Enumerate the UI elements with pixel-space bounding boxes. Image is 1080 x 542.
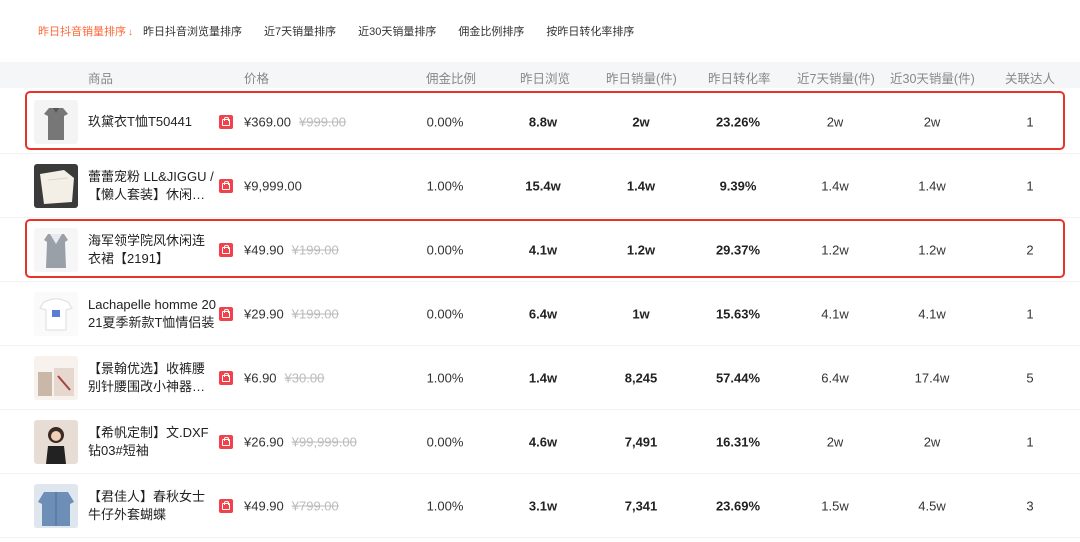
original-price: ¥799.00 [291,498,339,513]
highlight-box [25,219,1065,278]
sale-price: ¥6.90 [244,370,277,385]
shop-bag-icon [219,306,233,321]
influencers-cell: 3 [1026,498,1034,513]
col-header-conversion: 昨日转化率 [708,72,771,86]
col-header-sales: 昨日销量(件) [606,72,677,86]
sale-price: ¥29.90 [244,306,284,321]
sales-30day-cell: 4.1w [918,306,946,321]
original-price: ¥30.00 [284,370,325,385]
sort-tab-label: 昨日抖音销量排序 [38,26,126,38]
influencers-cell: 1 [1026,434,1034,449]
product-thumbnail[interactable] [34,483,78,528]
product-thumbnail[interactable] [34,291,78,336]
col-header-product: 商品 [88,72,114,86]
table-row[interactable]: 【君佳人】春秋女士牛仔外套蝴蝶 ¥49.90 ¥799.00 1.00% 3.1w 7,3… [0,474,1080,538]
sale-price: ¥26.90 [244,434,284,449]
commission-cell: 1.00% [426,178,464,193]
sales-30day-cell: 2w [923,434,941,449]
col-header-views: 昨日浏览 [520,72,571,86]
sales-7day-cell: 6.4w [821,370,849,385]
sale-price: ¥49.90 [244,498,284,513]
price-cell: ¥9,999.00 [244,178,302,193]
table-row[interactable]: Lachapelle homme 2021夏季新款T恤情侣装 ¥29.90 ¥199… [0,282,1080,346]
highlight-box [25,91,1065,150]
views-cell: 6.4w [528,306,558,321]
col-header-price: 价格 [244,72,270,86]
views-cell: 1.4w [528,370,558,385]
sort-bar: 昨日抖音销量排序 ↓ 昨日抖音浏览量排序 近7天销量排序 近30天销量排序 佣金比… [0,0,1080,62]
price-cell: ¥49.90 ¥799.00 [244,498,339,513]
sales-7day-cell: 1.5w [821,498,849,513]
commission-cell: 1.00% [426,370,464,385]
col-header-commission: 佣金比例 [426,72,477,86]
col-header-7day-sales: 近7天销量(件) [797,72,875,86]
views-cell: 3.1w [528,498,558,513]
sales-30day-cell: 17.4w [914,370,950,385]
price-cell: ¥26.90 ¥99,999.00 [244,434,357,449]
commission-cell: 1.00% [426,498,464,513]
col-header-influencers: 关联达人 [1005,72,1056,86]
sort-tab-commission[interactable]: 佣金比例排序 [458,23,524,39]
influencers-cell: 5 [1026,370,1034,385]
price-cell: ¥29.90 ¥199.00 [244,306,339,321]
sales-30day-cell: 4.5w [918,498,946,513]
table-row[interactable]: 【景翰优选】收裤腰别针腰围改小神器固定扣 ¥6.90 ¥30.00 1.00% 1.4w… [0,346,1080,410]
conversion-cell: 16.31% [715,434,761,449]
product-name[interactable]: 【君佳人】春秋女士牛仔外套蝴蝶 [88,488,216,524]
product-thumbnail[interactable] [34,163,78,208]
shop-bag-icon [219,178,233,193]
product-name[interactable]: 蕾蕾宠粉 LL&JIGGU /【懒人套装】休闲两件套 [88,168,216,204]
sales-cell: 7,341 [624,498,658,513]
sales-cell: 1.4w [626,178,656,193]
views-cell: 4.6w [528,434,558,449]
sales-7day-cell: 1.4w [821,178,849,193]
sort-tab-30day-sales[interactable]: 近30天销量排序 [358,23,436,39]
sales-cell: 8,245 [624,370,658,385]
original-price: ¥199.00 [291,306,339,321]
product-thumbnail[interactable] [34,355,78,400]
product-name[interactable]: 【景翰优选】收裤腰别针腰围改小神器固定扣 [88,360,216,396]
sort-desc-icon: ↓ [128,27,133,38]
conversion-cell: 23.69% [715,498,761,513]
views-cell: 15.4w [525,178,561,193]
original-price: ¥99,999.00 [291,434,357,449]
shop-bag-icon [219,370,233,385]
sales-cell: 1w [632,306,650,321]
col-header-30day-sales: 近30天销量(件) [890,72,975,86]
sales-7day-cell: 2w [826,434,844,449]
sales-cell: 7,491 [624,434,658,449]
conversion-cell: 57.44% [715,370,761,385]
sales-30day-cell: 1.4w [918,178,946,193]
influencers-cell: 1 [1026,178,1034,193]
shop-bag-icon [219,434,233,449]
sort-tab-yesterday-views[interactable]: 昨日抖音浏览量排序 [143,23,242,39]
commission-cell: 0.00% [426,306,464,321]
product-name[interactable]: Lachapelle homme 2021夏季新款T恤情侣装 [88,296,216,332]
product-thumbnail[interactable] [34,419,78,464]
sort-tab-conversion[interactable]: 按昨日转化率排序 [546,23,634,39]
sort-tab-yesterday-sales[interactable]: 昨日抖音销量排序 ↓ [38,23,133,39]
sale-price: ¥9,999.00 [244,178,302,193]
sales-7day-cell: 4.1w [821,306,849,321]
conversion-cell: 15.63% [715,306,761,321]
table-row[interactable]: 蕾蕾宠粉 LL&JIGGU /【懒人套装】休闲两件套 ¥9,999.00 1.00%… [0,154,1080,218]
sort-tab-7day-sales[interactable]: 近7天销量排序 [264,23,336,39]
shop-bag-icon [219,498,233,513]
commission-cell: 0.00% [426,434,464,449]
influencers-cell: 1 [1026,306,1034,321]
conversion-cell: 9.39% [719,178,757,193]
product-name[interactable]: 【希帆定制】文.DXF钻03#短袖 [88,424,216,460]
table-header: 商品 价格 佣金比例 昨日浏览 昨日销量(件) 昨日转化率 近7天销量(件) 近… [0,62,1080,88]
table-row[interactable]: 【希帆定制】文.DXF钻03#短袖 ¥26.90 ¥99,999.00 0.00% 4.… [0,410,1080,474]
price-cell: ¥6.90 ¥30.00 [244,370,324,385]
